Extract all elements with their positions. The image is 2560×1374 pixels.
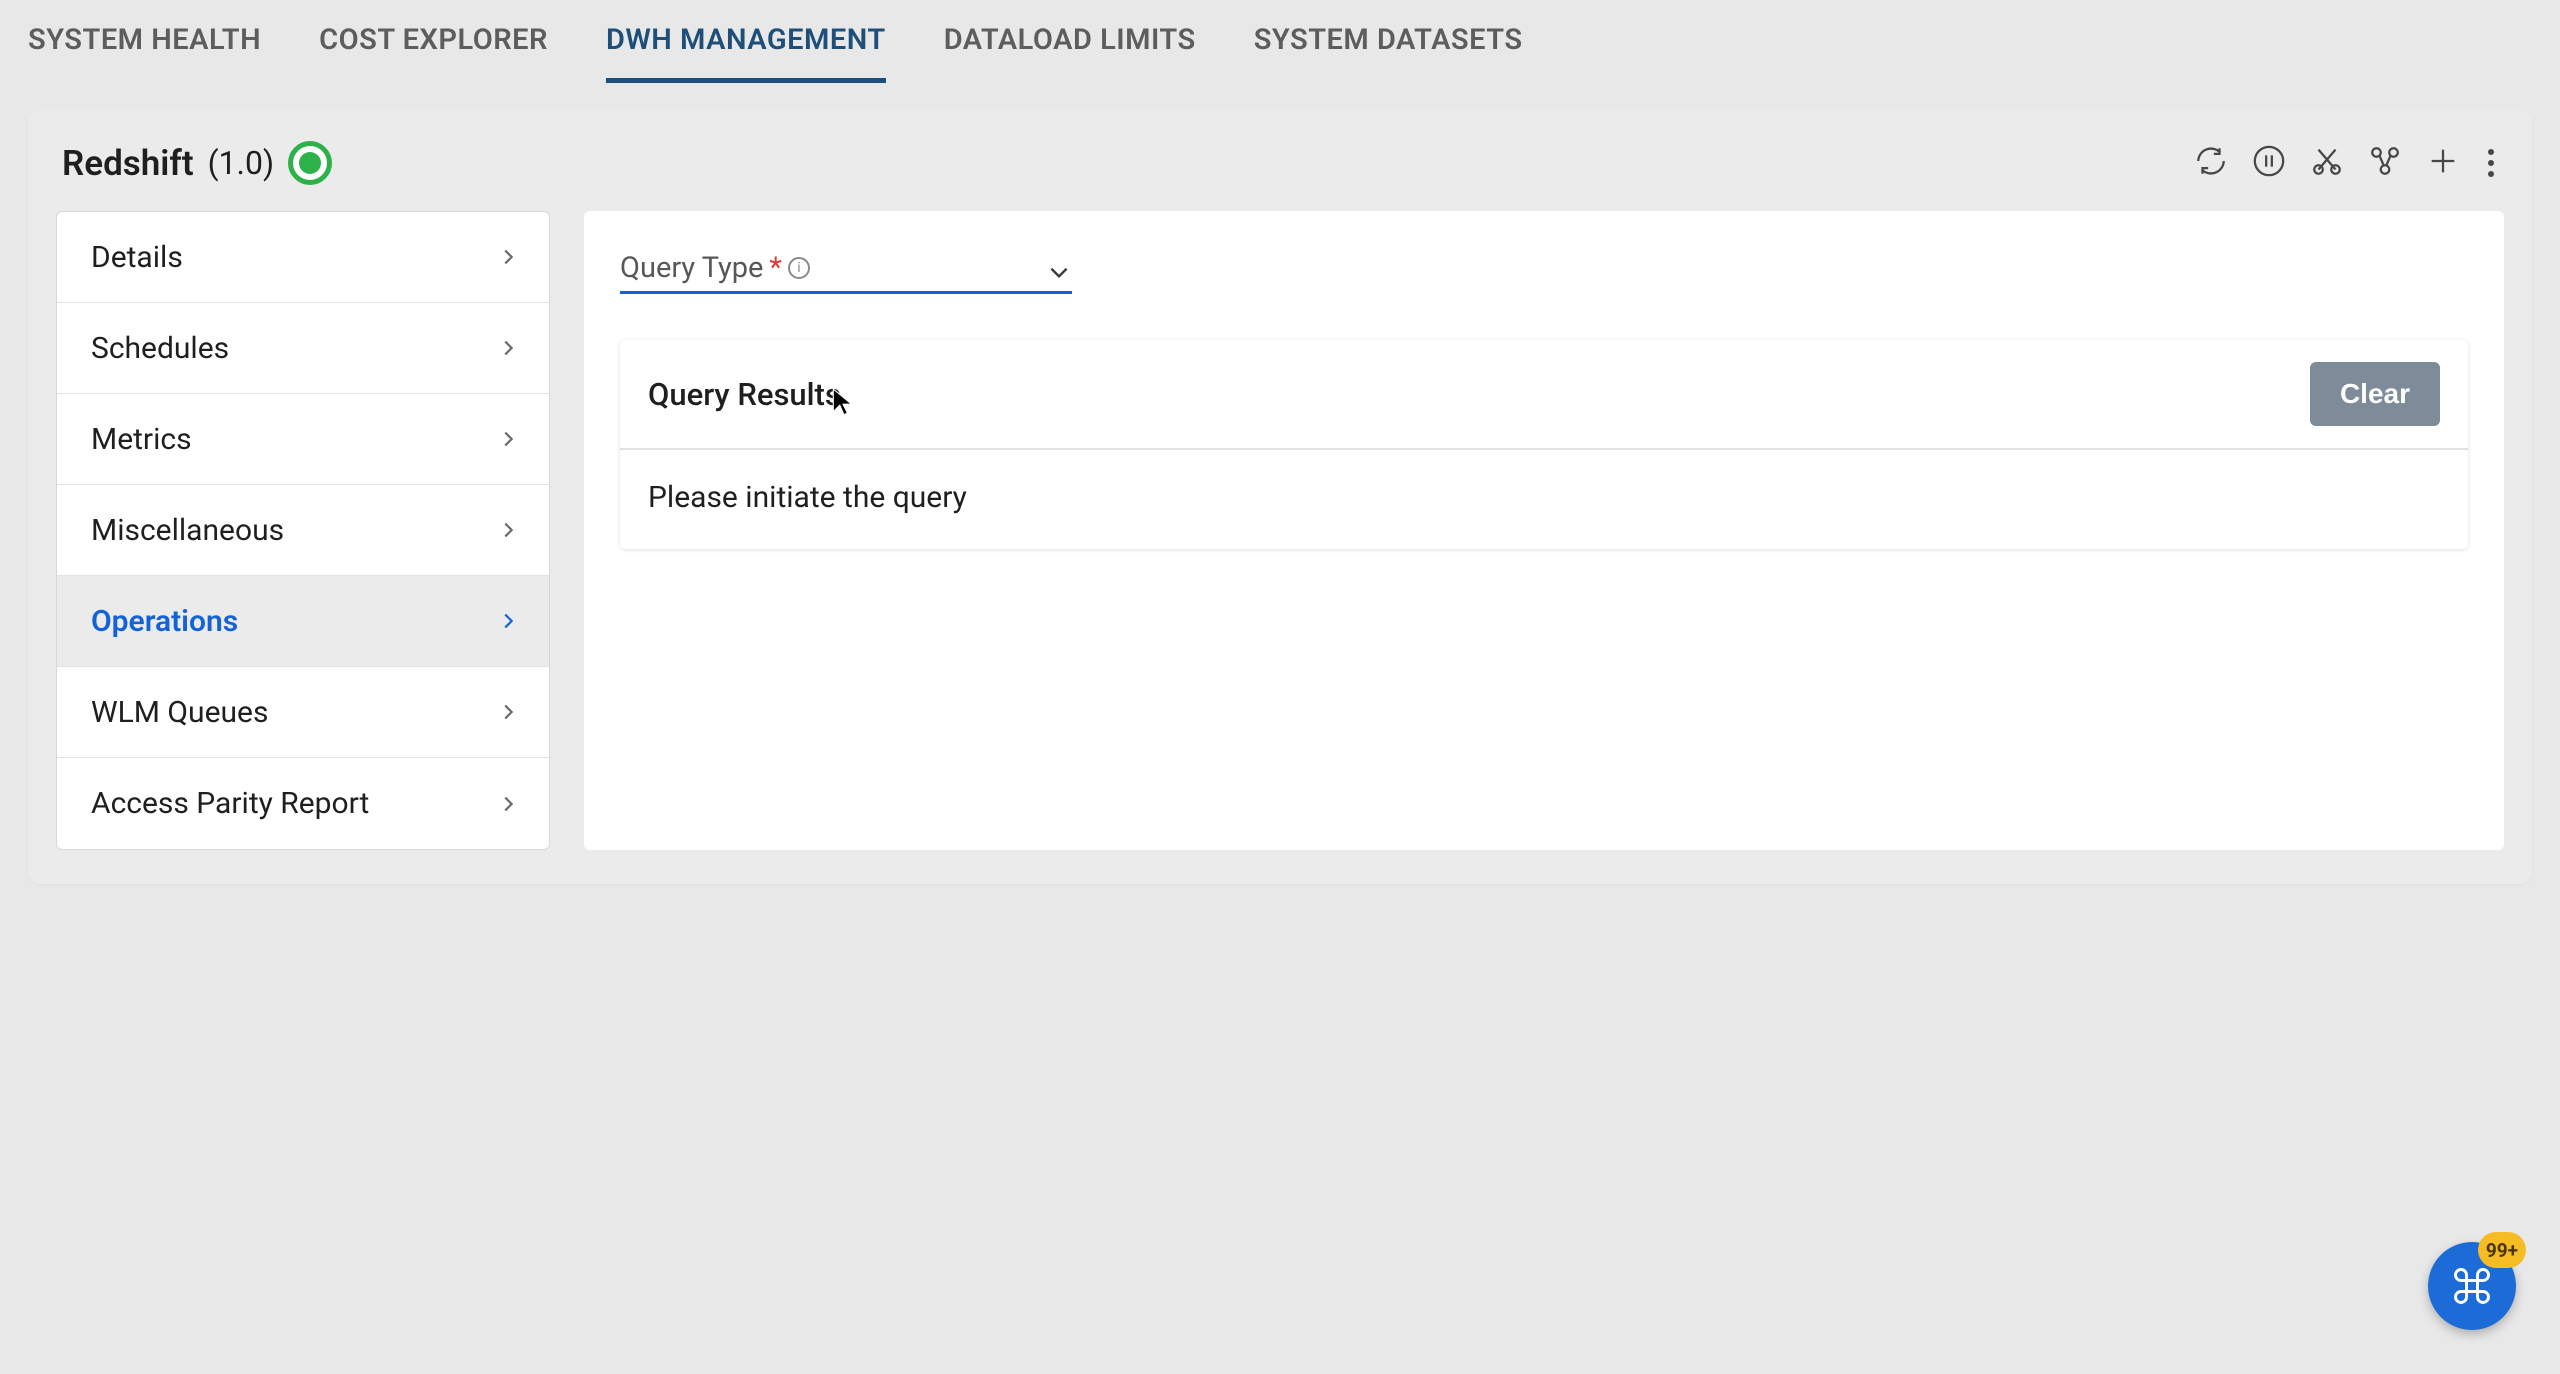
status-healthy-icon <box>288 141 332 185</box>
content-area: Query Type * i Query Results Clear Pleas… <box>584 211 2504 850</box>
tab-system-health[interactable]: SYSTEM HEALTH <box>28 5 261 83</box>
top-tabs: SYSTEM HEALTH COST EXPLORER DWH MANAGEME… <box>0 0 2560 83</box>
required-marker: * <box>769 251 782 285</box>
sidebar-item-access-parity-report[interactable]: Access Parity Report <box>57 758 549 849</box>
chevron-right-icon <box>497 610 519 632</box>
sidebar-item-label: WLM Queues <box>91 695 268 730</box>
query-type-label-group: Query Type * i <box>620 251 810 285</box>
content-row: Details Schedules Metrics Miscellaneous … <box>56 211 2504 850</box>
chevron-right-icon <box>497 519 519 541</box>
command-icon <box>2450 1264 2494 1308</box>
query-type-select[interactable]: Query Type * i <box>620 251 1072 294</box>
chevron-right-icon <box>497 428 519 450</box>
query-results-title: Query Results <box>648 376 841 413</box>
fab-badge: 99+ <box>2478 1232 2526 1268</box>
chevron-right-icon <box>497 793 519 815</box>
command-fab[interactable]: 99+ <box>2428 1242 2516 1330</box>
panel-header: Redshift (1.0) <box>56 133 2504 211</box>
title-group: Redshift (1.0) <box>62 141 332 185</box>
clear-button[interactable]: Clear <box>2310 362 2440 426</box>
sidebar-item-label: Details <box>91 240 183 275</box>
tab-dwh-management[interactable]: DWH MANAGEMENT <box>606 5 886 83</box>
sidebar-item-label: Schedules <box>91 331 229 366</box>
panel-actions <box>2194 144 2498 182</box>
chevron-right-icon <box>497 246 519 268</box>
sidebar-item-label: Operations <box>91 604 238 639</box>
sidebar: Details Schedules Metrics Miscellaneous … <box>56 211 550 850</box>
query-results-card: Query Results Clear Please initiate the … <box>620 340 2468 549</box>
cut-icon[interactable] <box>2310 144 2344 182</box>
tab-system-datasets[interactable]: SYSTEM DATASETS <box>1254 5 1523 83</box>
sidebar-item-details[interactable]: Details <box>57 212 549 303</box>
query-type-label: Query Type <box>620 251 763 285</box>
info-icon[interactable]: i <box>788 257 810 279</box>
query-results-body: Please initiate the query <box>620 450 2468 549</box>
more-icon[interactable] <box>2484 149 2498 177</box>
chevron-right-icon <box>497 701 519 723</box>
page-title: Redshift <box>62 143 194 184</box>
sidebar-item-operations[interactable]: Operations <box>57 576 549 667</box>
refresh-icon[interactable] <box>2194 144 2228 182</box>
tab-cost-explorer[interactable]: COST EXPLORER <box>319 5 548 83</box>
sidebar-item-label: Access Parity Report <box>91 786 369 821</box>
nodes-icon[interactable] <box>2368 144 2402 182</box>
sidebar-item-schedules[interactable]: Schedules <box>57 303 549 394</box>
sidebar-item-wlm-queues[interactable]: WLM Queues <box>57 667 549 758</box>
query-results-header: Query Results Clear <box>620 340 2468 450</box>
sidebar-item-metrics[interactable]: Metrics <box>57 394 549 485</box>
add-icon[interactable] <box>2426 144 2460 182</box>
tab-dataload-limits[interactable]: DATALOAD LIMITS <box>944 5 1196 83</box>
sidebar-item-miscellaneous[interactable]: Miscellaneous <box>57 485 549 576</box>
page-version: (1.0) <box>208 144 275 182</box>
main-panel: Redshift (1.0) <box>28 111 2532 884</box>
chevron-right-icon <box>497 337 519 359</box>
sidebar-item-label: Miscellaneous <box>91 513 284 548</box>
chevron-down-icon <box>1046 259 1072 285</box>
pause-icon[interactable] <box>2252 144 2286 182</box>
sidebar-item-label: Metrics <box>91 422 192 457</box>
